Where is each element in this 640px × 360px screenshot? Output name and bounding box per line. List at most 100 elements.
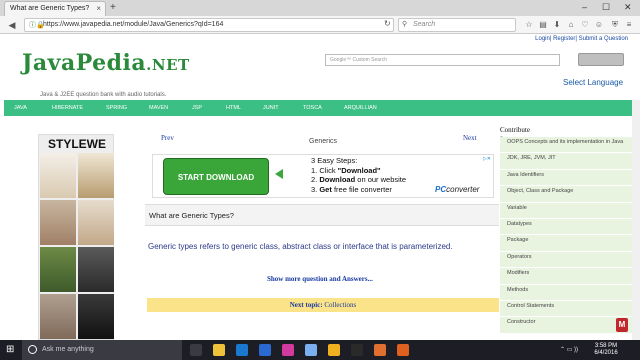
answer-text: Generic types refers to generic class, a… bbox=[148, 242, 453, 251]
pcconverter-logo-pc: PC bbox=[435, 185, 447, 194]
taskbar-app-icon[interactable] bbox=[374, 344, 386, 356]
taskbar-app-icon[interactable] bbox=[351, 344, 363, 356]
sidebar-item[interactable]: Methods bbox=[500, 284, 632, 301]
ad-choices-icon[interactable]: ▷✕ bbox=[483, 156, 491, 162]
show-more-link[interactable]: Show more question and Answers... bbox=[267, 275, 373, 283]
logo-main: JavaPedia bbox=[22, 50, 147, 76]
cortana-search[interactable]: Ask me anything bbox=[22, 340, 182, 360]
clock-date: 6/4/2016 bbox=[594, 350, 618, 356]
url-text: https://www.javapedia.net/module/Java/Ge… bbox=[43, 21, 224, 28]
menu-item-junit[interactable]: JUNIT bbox=[263, 100, 279, 116]
taskbar-app-icon[interactable] bbox=[397, 344, 409, 356]
taskbar-app-icon[interactable] bbox=[213, 344, 225, 356]
menu-item-spring[interactable]: SPRING bbox=[106, 100, 127, 116]
ad-steps-heading: 3 Easy Steps: bbox=[311, 156, 358, 165]
url-bar[interactable]: ⓘ🔒 https://www.javapedia.net/module/Java… bbox=[24, 18, 394, 32]
download-ad[interactable]: START DOWNLOAD 3 Easy Steps: 1. Click "D… bbox=[152, 154, 494, 198]
fashion-ad[interactable]: STYLEWE bbox=[38, 134, 114, 340]
shield-icon[interactable]: ⛨ bbox=[610, 19, 620, 31]
taskbar-app-icon[interactable] bbox=[236, 344, 248, 356]
sidebar-item[interactable]: Modifiers bbox=[500, 268, 632, 285]
taskbar-app-icon[interactable] bbox=[282, 344, 294, 356]
ad-step-1: 1. Click "Download" bbox=[311, 166, 406, 176]
menu-item-hibernate[interactable]: HIBERNATE bbox=[52, 100, 83, 116]
home-icon[interactable]: ⌂ bbox=[566, 19, 576, 31]
question-heading: What are Generic Types? bbox=[145, 204, 499, 226]
browser-tab-bar: What are Generic Types? × + – ☐ ✕ bbox=[0, 0, 640, 16]
sidebar-item[interactable]: Object, Class and Package bbox=[500, 186, 632, 203]
download-icon[interactable]: ⬇ bbox=[552, 19, 562, 31]
ad-image bbox=[40, 153, 76, 198]
menu-icon[interactable]: ≡ bbox=[624, 19, 634, 31]
sidebar-item[interactable]: Package bbox=[500, 235, 632, 252]
minimize-icon[interactable]: – bbox=[582, 1, 587, 14]
sidebar-item[interactable]: Datatypes bbox=[500, 218, 632, 236]
star-icon[interactable]: ☆ bbox=[524, 19, 534, 31]
ad-step-2-suffix: on our website bbox=[355, 175, 407, 184]
contribute-title: Contribute bbox=[500, 126, 530, 134]
menu-item-arquillian[interactable]: ARQUILLIAN bbox=[344, 100, 377, 116]
topic-sidebar: OOPS Concepts and its implementation in … bbox=[500, 137, 632, 334]
taskbar-app-icon[interactable] bbox=[190, 344, 202, 356]
ad-step-2-bold: Download bbox=[319, 175, 356, 184]
taskbar-app-icon[interactable] bbox=[259, 344, 271, 356]
reload-icon[interactable]: ↻ bbox=[384, 19, 391, 28]
select-language-link[interactable]: Select Language bbox=[563, 78, 623, 87]
new-tab-button[interactable]: + bbox=[110, 1, 116, 14]
sidebar-item[interactable]: OOPS Concepts and its implementation in … bbox=[500, 137, 632, 154]
tab-title: What are Generic Types? bbox=[10, 5, 90, 12]
arrow-left-icon bbox=[275, 169, 283, 179]
taskbar-app-icon[interactable] bbox=[305, 344, 317, 356]
sidebar-item[interactable]: JDK, JRE, JVM, JIT bbox=[500, 153, 632, 170]
close-tab-icon[interactable]: × bbox=[96, 2, 101, 15]
windows-taskbar: ⊞ Ask me anything ⌃ ▭ )) 3:58 PM 6/4/201… bbox=[0, 340, 640, 360]
ad-step-1-bold: "Download" bbox=[337, 165, 381, 175]
account-links[interactable]: Login| Register| Submit a Question bbox=[535, 36, 628, 42]
menu-item-maven[interactable]: MAVEN bbox=[149, 100, 168, 116]
site-search-input[interactable]: Google™ Custom Search bbox=[325, 54, 560, 66]
reader-icon[interactable]: ▤ bbox=[538, 19, 548, 31]
ad-step-2: 2. Download on our website bbox=[311, 175, 406, 185]
info-icon[interactable]: ⓘ🔒 bbox=[29, 20, 45, 32]
close-window-icon[interactable]: ✕ bbox=[624, 1, 632, 14]
start-download-button[interactable]: START DOWNLOAD bbox=[163, 158, 269, 195]
mcafee-icon[interactable]: M bbox=[616, 318, 628, 332]
browser-tab[interactable]: What are Generic Types? × bbox=[4, 1, 106, 16]
ad-image bbox=[78, 200, 114, 245]
cortana-icon bbox=[28, 345, 37, 354]
ad-step-3-suffix: free file converter bbox=[331, 184, 392, 194]
pocket-icon[interactable]: ♡ bbox=[580, 19, 590, 31]
back-icon[interactable]: ◀ bbox=[6, 19, 18, 31]
ad-image bbox=[78, 247, 114, 292]
ad-step-1-prefix: 1. Click bbox=[311, 165, 338, 175]
windows-start-icon[interactable]: ⊞ bbox=[6, 344, 14, 355]
prev-link[interactable]: Prev bbox=[161, 134, 174, 142]
sidebar-item[interactable]: Operators bbox=[500, 251, 632, 269]
site-search-button[interactable] bbox=[578, 53, 624, 66]
ad-steps: 3 Easy Steps: 1. Click "Download" 2. Dow… bbox=[311, 156, 406, 194]
next-topic-link[interactable]: Collections bbox=[324, 301, 356, 309]
chat-icon[interactable]: ☺ bbox=[594, 19, 604, 31]
ad-image bbox=[40, 200, 76, 245]
sidebar-item[interactable]: Constructor bbox=[500, 317, 632, 334]
maximize-icon[interactable]: ☐ bbox=[602, 1, 610, 14]
browser-nav-bar: ◀ ⓘ🔒 https://www.javapedia.net/module/Ja… bbox=[0, 16, 640, 34]
menu-item-html[interactable]: HTML bbox=[226, 100, 241, 116]
sidebar-item[interactable]: Control Statements bbox=[500, 300, 632, 318]
system-tray-icons[interactable]: ⌃ ▭ )) bbox=[560, 340, 578, 360]
menu-item-tosca[interactable]: TOSCA bbox=[303, 100, 322, 116]
sidebar-item[interactable]: Variable bbox=[500, 202, 632, 219]
taskbar-app-icon[interactable] bbox=[328, 344, 340, 356]
sidebar-item[interactable]: Java Identifiers bbox=[500, 169, 632, 187]
menu-item-java[interactable]: JAVA bbox=[14, 100, 27, 116]
cortana-placeholder: Ask me anything bbox=[42, 346, 94, 353]
browser-search-input[interactable]: ⚲ Search bbox=[398, 18, 516, 32]
next-link[interactable]: Next bbox=[463, 134, 477, 142]
menu-item-jsp[interactable]: JSP bbox=[192, 100, 202, 116]
next-topic-bar[interactable]: Next topic: Collections bbox=[147, 298, 499, 312]
ad-step-3-bold: Get bbox=[319, 184, 332, 194]
clock[interactable]: 3:58 PM 6/4/2016 bbox=[591, 343, 621, 357]
site-logo[interactable]: JavaPedia.NET bbox=[22, 50, 190, 76]
page-scrollbar[interactable] bbox=[632, 100, 640, 340]
site-tagline: Java & J2EE question bank with audio tut… bbox=[40, 92, 167, 98]
